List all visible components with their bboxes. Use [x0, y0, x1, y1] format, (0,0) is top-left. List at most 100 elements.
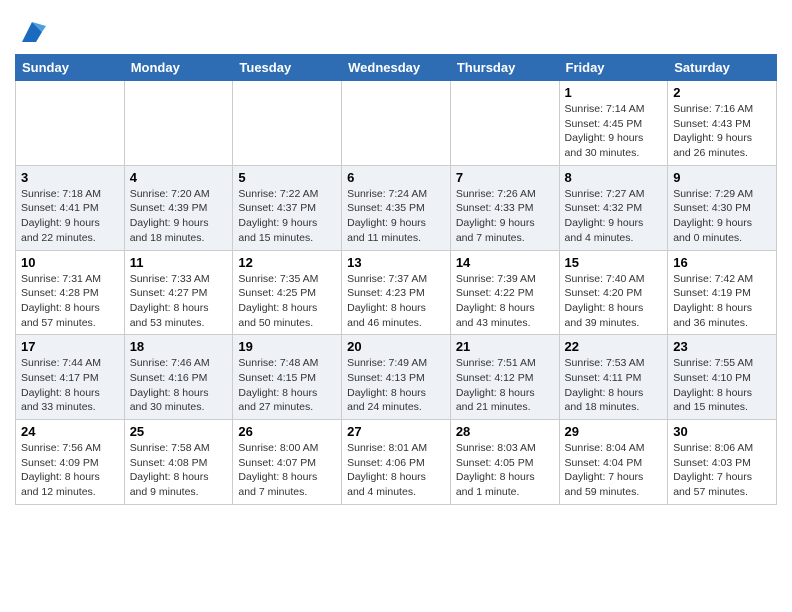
day-info: Sunrise: 7:58 AM Sunset: 4:08 PM Dayligh… — [130, 441, 228, 500]
calendar-cell: 8 Sunrise: 7:27 AM Sunset: 4:32 PM Daylig… — [559, 165, 668, 250]
day-info: Sunrise: 7:53 AM Sunset: 4:11 PM Dayligh… — [565, 356, 663, 415]
calendar-cell — [124, 81, 233, 166]
day-info: Sunrise: 7:20 AM Sunset: 4:39 PM Dayligh… — [130, 187, 228, 246]
day-number: 3 — [21, 170, 119, 185]
calendar-cell — [16, 81, 125, 166]
day-info: Sunrise: 7:31 AM Sunset: 4:28 PM Dayligh… — [21, 272, 119, 331]
day-info: Sunrise: 7:27 AM Sunset: 4:32 PM Dayligh… — [565, 187, 663, 246]
day-number: 18 — [130, 339, 228, 354]
day-number: 23 — [673, 339, 771, 354]
day-number: 13 — [347, 255, 445, 270]
day-number: 20 — [347, 339, 445, 354]
day-info: Sunrise: 7:39 AM Sunset: 4:22 PM Dayligh… — [456, 272, 554, 331]
day-info: Sunrise: 7:18 AM Sunset: 4:41 PM Dayligh… — [21, 187, 119, 246]
calendar-week-row: 1 Sunrise: 7:14 AM Sunset: 4:45 PM Daylig… — [16, 81, 777, 166]
calendar-week-row: 10 Sunrise: 7:31 AM Sunset: 4:28 PM Dayli… — [16, 250, 777, 335]
day-number: 6 — [347, 170, 445, 185]
day-info: Sunrise: 7:55 AM Sunset: 4:10 PM Dayligh… — [673, 356, 771, 415]
day-info: Sunrise: 7:24 AM Sunset: 4:35 PM Dayligh… — [347, 187, 445, 246]
day-info: Sunrise: 8:00 AM Sunset: 4:07 PM Dayligh… — [238, 441, 336, 500]
day-number: 25 — [130, 424, 228, 439]
day-number: 24 — [21, 424, 119, 439]
calendar-cell: 23 Sunrise: 7:55 AM Sunset: 4:10 PM Dayli… — [668, 335, 777, 420]
page-header — [15, 10, 777, 46]
calendar-cell: 30 Sunrise: 8:06 AM Sunset: 4:03 PM Dayli… — [668, 420, 777, 505]
day-info: Sunrise: 8:01 AM Sunset: 4:06 PM Dayligh… — [347, 441, 445, 500]
calendar-cell: 4 Sunrise: 7:20 AM Sunset: 4:39 PM Daylig… — [124, 165, 233, 250]
calendar-cell: 1 Sunrise: 7:14 AM Sunset: 4:45 PM Daylig… — [559, 81, 668, 166]
day-info: Sunrise: 7:33 AM Sunset: 4:27 PM Dayligh… — [130, 272, 228, 331]
weekday-header-row: SundayMondayTuesdayWednesdayThursdayFrid… — [16, 55, 777, 81]
day-number: 2 — [673, 85, 771, 100]
calendar-cell: 13 Sunrise: 7:37 AM Sunset: 4:23 PM Dayli… — [342, 250, 451, 335]
day-info: Sunrise: 8:04 AM Sunset: 4:04 PM Dayligh… — [565, 441, 663, 500]
calendar-cell: 20 Sunrise: 7:49 AM Sunset: 4:13 PM Dayli… — [342, 335, 451, 420]
calendar-cell: 28 Sunrise: 8:03 AM Sunset: 4:05 PM Dayli… — [450, 420, 559, 505]
calendar-week-row: 3 Sunrise: 7:18 AM Sunset: 4:41 PM Daylig… — [16, 165, 777, 250]
calendar-cell: 24 Sunrise: 7:56 AM Sunset: 4:09 PM Dayli… — [16, 420, 125, 505]
day-info: Sunrise: 7:48 AM Sunset: 4:15 PM Dayligh… — [238, 356, 336, 415]
weekday-header-monday: Monday — [124, 55, 233, 81]
day-number: 4 — [130, 170, 228, 185]
calendar-cell: 14Sunrise: 7:39 AM Sunset: 4:22 PM Dayli… — [450, 250, 559, 335]
logo-icon — [18, 18, 46, 46]
day-info: Sunrise: 7:46 AM Sunset: 4:16 PM Dayligh… — [130, 356, 228, 415]
calendar-cell: 26 Sunrise: 8:00 AM Sunset: 4:07 PM Dayli… — [233, 420, 342, 505]
weekday-header-tuesday: Tuesday — [233, 55, 342, 81]
day-number: 9 — [673, 170, 771, 185]
calendar-cell: 22 Sunrise: 7:53 AM Sunset: 4:11 PM Dayli… — [559, 335, 668, 420]
day-number: 30 — [673, 424, 771, 439]
day-number: 7 — [456, 170, 554, 185]
day-number: 12 — [238, 255, 336, 270]
day-info: Sunrise: 7:42 AM Sunset: 4:19 PM Dayligh… — [673, 272, 771, 331]
calendar-week-row: 24 Sunrise: 7:56 AM Sunset: 4:09 PM Dayli… — [16, 420, 777, 505]
day-number: 26 — [238, 424, 336, 439]
day-number: 19 — [238, 339, 336, 354]
weekday-header-wednesday: Wednesday — [342, 55, 451, 81]
day-info: Sunrise: 8:03 AM Sunset: 4:05 PM Dayligh… — [456, 441, 554, 500]
calendar-week-row: 17Sunrise: 7:44 AM Sunset: 4:17 PM Dayli… — [16, 335, 777, 420]
day-number: 11 — [130, 255, 228, 270]
calendar-cell: 15Sunrise: 7:40 AM Sunset: 4:20 PM Dayli… — [559, 250, 668, 335]
day-number: 10 — [21, 255, 119, 270]
day-number: 28 — [456, 424, 554, 439]
calendar-cell: 19 Sunrise: 7:48 AM Sunset: 4:15 PM Dayli… — [233, 335, 342, 420]
day-number: 22 — [565, 339, 663, 354]
calendar-cell — [450, 81, 559, 166]
day-info: Sunrise: 7:29 AM Sunset: 4:30 PM Dayligh… — [673, 187, 771, 246]
day-info: Sunrise: 7:49 AM Sunset: 4:13 PM Dayligh… — [347, 356, 445, 415]
calendar-cell: 6 Sunrise: 7:24 AM Sunset: 4:35 PM Daylig… — [342, 165, 451, 250]
weekday-header-sunday: Sunday — [16, 55, 125, 81]
calendar-cell: 9 Sunrise: 7:29 AM Sunset: 4:30 PM Daylig… — [668, 165, 777, 250]
day-number: 21 — [456, 339, 554, 354]
calendar-cell: 3 Sunrise: 7:18 AM Sunset: 4:41 PM Daylig… — [16, 165, 125, 250]
day-number: 1 — [565, 85, 663, 100]
day-number: 8 — [565, 170, 663, 185]
day-info: Sunrise: 7:56 AM Sunset: 4:09 PM Dayligh… — [21, 441, 119, 500]
calendar-cell: 10 Sunrise: 7:31 AM Sunset: 4:28 PM Dayli… — [16, 250, 125, 335]
day-number: 27 — [347, 424, 445, 439]
day-number: 17 — [21, 339, 119, 354]
weekday-header-saturday: Saturday — [668, 55, 777, 81]
weekday-header-friday: Friday — [559, 55, 668, 81]
calendar-cell: 21 Sunrise: 7:51 AM Sunset: 4:12 PM Dayli… — [450, 335, 559, 420]
calendar-cell — [342, 81, 451, 166]
calendar-cell: 17Sunrise: 7:44 AM Sunset: 4:17 PM Dayli… — [16, 335, 125, 420]
calendar-cell: 11 Sunrise: 7:33 AM Sunset: 4:27 PM Dayli… — [124, 250, 233, 335]
calendar-cell: 29 Sunrise: 8:04 AM Sunset: 4:04 PM Dayli… — [559, 420, 668, 505]
day-number: 5 — [238, 170, 336, 185]
day-number: 29 — [565, 424, 663, 439]
calendar-cell: 12 Sunrise: 7:35 AM Sunset: 4:25 PM Dayli… — [233, 250, 342, 335]
day-info: Sunrise: 7:26 AM Sunset: 4:33 PM Dayligh… — [456, 187, 554, 246]
calendar-cell: 16 Sunrise: 7:42 AM Sunset: 4:19 PM Dayli… — [668, 250, 777, 335]
calendar-cell — [233, 81, 342, 166]
day-info: Sunrise: 7:14 AM Sunset: 4:45 PM Dayligh… — [565, 102, 663, 161]
day-info: Sunrise: 7:37 AM Sunset: 4:23 PM Dayligh… — [347, 272, 445, 331]
calendar-cell: 2Sunrise: 7:16 AM Sunset: 4:43 PM Daylig… — [668, 81, 777, 166]
calendar-cell: 18 Sunrise: 7:46 AM Sunset: 4:16 PM Dayli… — [124, 335, 233, 420]
day-number: 15 — [565, 255, 663, 270]
day-info: Sunrise: 8:06 AM Sunset: 4:03 PM Dayligh… — [673, 441, 771, 500]
day-info: Sunrise: 7:51 AM Sunset: 4:12 PM Dayligh… — [456, 356, 554, 415]
day-info: Sunrise: 7:35 AM Sunset: 4:25 PM Dayligh… — [238, 272, 336, 331]
day-number: 16 — [673, 255, 771, 270]
